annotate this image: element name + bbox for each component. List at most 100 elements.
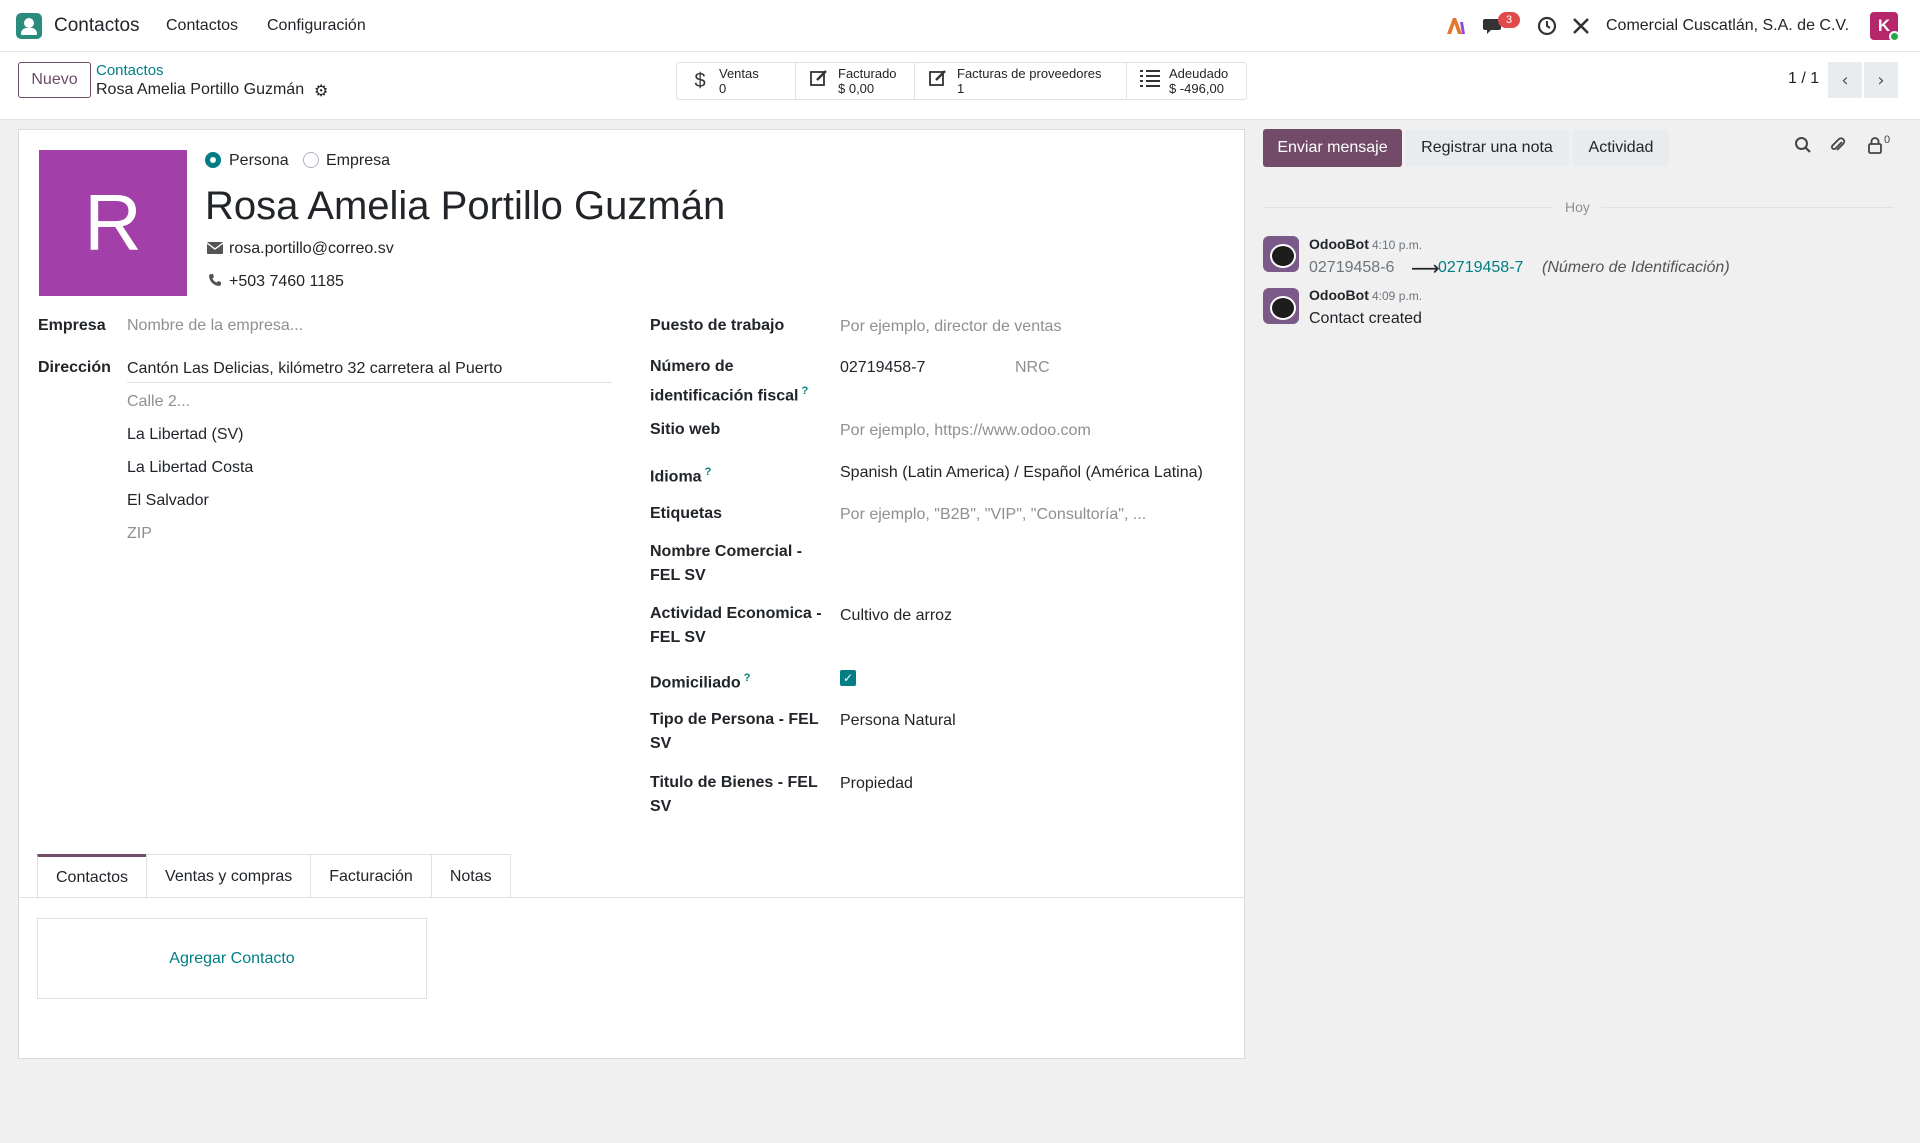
vat-label-line1: Número de <box>650 358 734 375</box>
person-type-label-line2: SV <box>650 735 672 752</box>
form-sheet: R Persona Empresa Rosa Amelia Portillo G… <box>18 129 1245 1059</box>
pager-previous-button[interactable]: ‹ <box>1828 62 1862 98</box>
message-author[interactable]: OdooBot <box>1309 287 1369 303</box>
radio-person[interactable] <box>205 152 221 168</box>
street-underline <box>127 382 612 383</box>
radio-person-label[interactable]: Persona <box>229 152 289 170</box>
add-contact-card[interactable]: Agregar Contacto <box>37 918 427 999</box>
trade-name-label-line1: Nombre Comercial - <box>650 543 803 560</box>
language-help-icon[interactable]: ? <box>705 466 712 478</box>
domiciled-help-icon[interactable]: ? <box>744 672 751 684</box>
vat-label-line2: identificación fiscal? <box>650 385 809 405</box>
menu-contactos[interactable]: Contactos <box>166 17 238 35</box>
smart-buttons: $ Ventas 0 Facturado $ 0,00 Facturas de pr… <box>676 62 1247 100</box>
state-input[interactable]: La Libertad (SV) <box>127 423 244 447</box>
activity-button[interactable]: Actividad <box>1573 129 1669 167</box>
log-note-button[interactable]: Registrar una nota <box>1405 129 1569 167</box>
person-type-label-line1: Tipo de Persona - FEL <box>650 711 819 728</box>
stat-button-vendor-bills[interactable]: Facturas de proveedores 1 <box>915 63 1127 99</box>
control-panel: Nuevo Contactos Rosa Amelia Portillo Guz… <box>0 52 1920 120</box>
trade-name-label-line2: FEL SV <box>650 567 706 584</box>
app-name[interactable]: Contactos <box>54 15 140 37</box>
tabs-divider <box>19 897 1244 898</box>
vat-help-icon[interactable]: ? <box>801 385 808 397</box>
phone-icon <box>208 273 222 290</box>
tracking-field-name: (Número de Identificación) <box>1542 259 1730 276</box>
vat-input[interactable]: 02719458-7 <box>840 356 925 380</box>
activity-label-line2: FEL SV <box>650 629 706 646</box>
pencil-square-icon <box>806 68 832 94</box>
domiciled-checkbox[interactable]: ✓ <box>840 670 856 686</box>
contact-avatar[interactable]: R <box>39 150 187 296</box>
stat-button-due[interactable]: Adeudado $ -496,00 <box>1127 63 1246 99</box>
country-input[interactable]: El Salvador <box>127 489 209 513</box>
street-input[interactable]: Cantón Las Delicias, kilómetro 32 carret… <box>127 357 502 381</box>
new-button[interactable]: Nuevo <box>18 62 91 98</box>
contacts-app-icon[interactable] <box>16 13 42 39</box>
add-contact-button[interactable]: Agregar Contacto <box>169 950 294 968</box>
language-select[interactable]: Spanish (Latin America) / Español (Améri… <box>840 461 1203 485</box>
menu-configuracion[interactable]: Configuración <box>267 17 366 35</box>
job-input[interactable]: Por ejemplo, director de ventas <box>840 315 1061 339</box>
website-label: Sitio web <box>650 421 721 438</box>
domiciled-label: Domiciliado? <box>650 672 751 692</box>
paperclip-icon[interactable] <box>1829 136 1847 159</box>
breadcrumb-contacts[interactable]: Contactos <box>96 62 164 79</box>
date-separator-label: Hoy <box>1565 199 1590 215</box>
language-label: Idioma? <box>650 466 712 486</box>
activity-input[interactable]: Cultivo de arroz <box>840 604 952 628</box>
city-input[interactable]: La Libertad Costa <box>127 456 253 480</box>
date-separator-right <box>1601 207 1894 208</box>
search-icon[interactable] <box>1794 136 1812 159</box>
zip-input[interactable]: ZIP <box>127 522 152 546</box>
clock-icon[interactable] <box>1535 14 1559 38</box>
title-goods-select[interactable]: Propiedad <box>840 772 913 796</box>
message-body: Contact created <box>1309 310 1422 327</box>
message-time: 4:09 p.m. <box>1372 289 1423 303</box>
stat-button-sales[interactable]: $ Ventas 0 <box>677 63 796 99</box>
pager-next-button[interactable]: › <box>1864 62 1898 98</box>
pager-value[interactable]: 1 / 1 <box>1788 70 1819 88</box>
tab-sales-purchases[interactable]: Ventas y compras <box>146 854 312 898</box>
nrc-input[interactable]: NRC <box>1015 356 1050 380</box>
company-switcher[interactable]: Comercial Cuscatlán, S.A. de C.V. <box>1606 17 1849 35</box>
tab-notes[interactable]: Notas <box>430 854 511 898</box>
odoobot-avatar[interactable] <box>1263 236 1299 272</box>
address-label: Dirección <box>38 359 111 376</box>
ai-icon[interactable] <box>1444 14 1468 38</box>
message-author[interactable]: OdooBot <box>1309 236 1369 252</box>
person-type-select[interactable]: Persona Natural <box>840 709 956 733</box>
tags-input[interactable]: Por ejemplo, "B2B", "VIP", "Consultoría"… <box>840 503 1146 527</box>
company-input[interactable]: Nombre de la empresa... <box>127 314 303 338</box>
phone-field[interactable]: +503 7460 1185 <box>229 273 344 291</box>
website-input[interactable]: Por ejemplo, https://www.odoo.com <box>840 419 1091 443</box>
notebook-tabs: Contactos Ventas y compras Facturación N… <box>37 854 511 899</box>
dollar-icon: $ <box>694 69 706 92</box>
send-message-button[interactable]: Enviar mensaje <box>1263 129 1402 167</box>
followers-icon[interactable] <box>1866 136 1884 159</box>
tools-icon[interactable] <box>1569 14 1593 38</box>
messages-badge: 3 <box>1498 12 1520 28</box>
tracking-arrow: ⟶ <box>1411 258 1440 280</box>
street2-input[interactable]: Calle 2... <box>127 390 190 414</box>
contact-name-input[interactable]: Rosa Amelia Portillo Guzmán <box>205 184 725 229</box>
followers-count: 0 <box>1884 134 1891 146</box>
tags-label: Etiquetas <box>650 505 723 522</box>
date-separator-left <box>1263 207 1553 208</box>
gear-icon[interactable]: ⚙ <box>314 81 328 101</box>
tracking-new-value: 02719458-7 <box>1438 259 1524 276</box>
odoobot-avatar[interactable] <box>1263 288 1299 324</box>
envelope-icon <box>206 241 224 257</box>
radio-company[interactable] <box>303 152 319 168</box>
radio-company-label[interactable]: Empresa <box>326 152 390 170</box>
tab-contacts[interactable]: Contactos <box>37 854 148 899</box>
title-goods-label-line1: Titulo de Bienes - FEL <box>650 774 818 791</box>
tab-invoicing[interactable]: Facturación <box>310 854 432 898</box>
online-status-dot <box>1889 31 1900 42</box>
stat-button-invoiced[interactable]: Facturado $ 0,00 <box>796 63 915 99</box>
pencil-square-icon <box>925 68 951 94</box>
email-field[interactable]: rosa.portillo@correo.sv <box>229 240 394 258</box>
tracking-old-value: 02719458-6 <box>1309 259 1395 276</box>
job-label: Puesto de trabajo <box>650 317 785 334</box>
record-title: Rosa Amelia Portillo Guzmán <box>96 81 305 98</box>
